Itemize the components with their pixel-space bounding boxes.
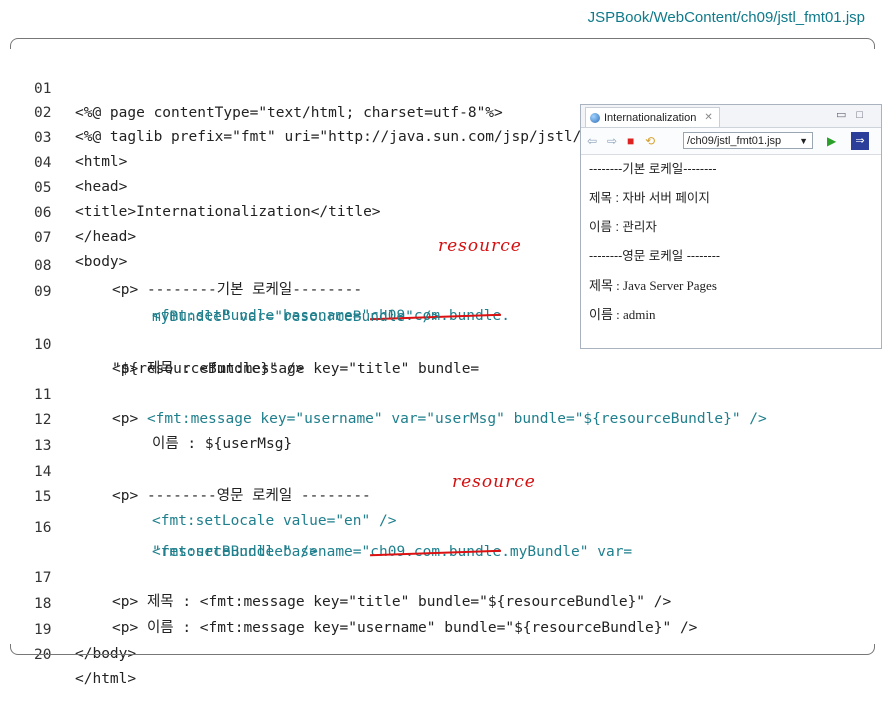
chevron-down-icon[interactable]: ▼ bbox=[799, 133, 808, 150]
handwritten-annotation: resource bbox=[452, 472, 536, 492]
code-line: 15 <fmt:setLocale value="en" /> bbox=[0, 461, 885, 529]
handwritten-annotation: resource bbox=[438, 236, 522, 256]
browser-toolbar: ⇦ ⇨ ■ ⟲ /ch09/jstl_fmt01.jsp ▼ ▶ ⇒ bbox=[581, 128, 881, 155]
open-external-icon[interactable]: ⇒ bbox=[851, 132, 869, 150]
output-line: 이름 : admin bbox=[589, 307, 656, 322]
address-bar[interactable]: /ch09/jstl_fmt01.jsp ▼ bbox=[683, 132, 813, 149]
browser-content: --------기본 로케일-------- 제목 : 자바 서버 페이지 이름… bbox=[581, 155, 881, 329]
url-text: /ch09/jstl_fmt01.jsp bbox=[687, 135, 782, 147]
code-line: 01 <%@ page contentType="text/html; char… bbox=[0, 53, 885, 121]
output-line: 이름 : 관리자 bbox=[589, 220, 657, 234]
minimize-icon[interactable]: ▭ bbox=[836, 109, 856, 121]
code-frame-bottom bbox=[10, 644, 875, 655]
code-line: 20 </html> bbox=[0, 619, 885, 687]
code-line: 16 <fmt:setBundle basename="ch09.com.bun… bbox=[0, 492, 885, 560]
back-icon[interactable]: ⇦ bbox=[587, 133, 597, 149]
code-line: 18 <p> 이름 : <fmt:message key="username" … bbox=[0, 568, 885, 636]
refresh-icon[interactable]: ⟲ bbox=[645, 133, 655, 149]
go-icon[interactable]: ▶ bbox=[827, 133, 836, 149]
code-line: 14 <p> --------영문 로케일 -------- bbox=[0, 436, 885, 504]
maximize-icon[interactable]: □ bbox=[856, 109, 873, 121]
output-line: --------기본 로케일-------- bbox=[589, 162, 717, 176]
stop-icon[interactable]: ■ bbox=[627, 133, 634, 149]
browser-tab-bar: Internationalization ✕ ▭□ bbox=[581, 105, 881, 128]
code-line: 02 <%@ taglib prefix="fmt" uri="http://j… bbox=[0, 77, 885, 145]
code-line: 19 </body> bbox=[0, 594, 885, 662]
code-line: 13 bbox=[0, 410, 885, 454]
forward-icon[interactable]: ⇨ bbox=[607, 133, 617, 149]
line-code: </html> bbox=[75, 671, 137, 687]
close-icon[interactable]: ✕ bbox=[704, 112, 712, 123]
code-line-continuation: "resourceBundle" /> bbox=[0, 516, 885, 560]
code-line: 11 <p> <fmt:message key="username" var="… bbox=[0, 359, 885, 427]
browser-tab-title: Internationalization bbox=[604, 111, 697, 124]
output-line: --------영문 로케일 -------- bbox=[589, 249, 721, 263]
browser-window: Internationalization ✕ ▭□ ⇦ ⇨ ■ ⟲ /ch09/… bbox=[580, 104, 882, 349]
output-line: 제목 : Java Server Pages bbox=[589, 278, 717, 293]
browser-tab[interactable]: Internationalization ✕ bbox=[585, 107, 720, 127]
code-line: 12 이름 : ${userMsg} bbox=[0, 384, 885, 452]
window-controls: ▭□ bbox=[836, 108, 873, 121]
output-line: 제목 : 자바 서버 페이지 bbox=[589, 191, 710, 205]
code-line: 17 <p> 제목 : <fmt:message key="title" bun… bbox=[0, 542, 885, 610]
globe-icon bbox=[590, 112, 600, 123]
